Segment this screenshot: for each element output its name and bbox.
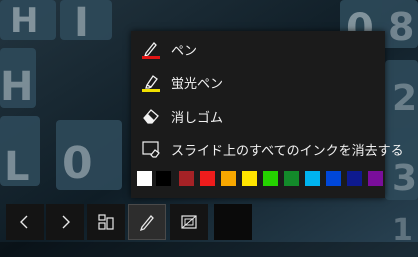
svg-text:8: 8 <box>388 5 414 49</box>
color-swatch-blue[interactable] <box>326 171 341 186</box>
color-swatch-orange[interactable] <box>221 171 236 186</box>
pen-options-menu: ペン 蛍光ペン 消しゴム スライド上のすべてのインクを消去する <box>131 31 404 198</box>
next-slide-icon <box>62 215 70 229</box>
zoom-button[interactable] <box>170 204 208 240</box>
pen-icon <box>140 38 162 60</box>
see-all-slides-button[interactable] <box>87 204 125 240</box>
svg-text:I: I <box>74 0 89 46</box>
color-swatch-yellow[interactable] <box>242 171 257 186</box>
menu-item-label: スライド上のすべてのインクを消去する <box>171 143 404 159</box>
svg-text:0: 0 <box>62 138 93 189</box>
menu-item-erase-all-ink[interactable]: スライド上のすべてのインクを消去する <box>131 136 404 162</box>
color-swatch-red[interactable] <box>200 171 215 186</box>
svg-text:H: H <box>10 1 38 41</box>
color-swatch-light-blue[interactable] <box>305 171 320 186</box>
eraser-icon <box>140 105 162 127</box>
pen-icon <box>139 215 154 232</box>
toolbar-spacer <box>214 204 252 240</box>
color-swatch-light-green[interactable] <box>263 171 278 186</box>
zoom-icon <box>181 215 197 229</box>
color-swatch-dark-blue[interactable] <box>347 171 362 186</box>
menu-item-label: 蛍光ペン <box>171 76 224 92</box>
color-swatch-dark-red[interactable] <box>179 171 194 186</box>
svg-text:H: H <box>0 64 33 110</box>
svg-text:3: 3 <box>392 158 417 199</box>
slideshow-toolbar <box>0 202 418 242</box>
menu-item-eraser[interactable]: 消しゴム <box>131 103 385 129</box>
color-swatch-white[interactable] <box>137 171 152 186</box>
color-swatch-green[interactable] <box>284 171 299 186</box>
erase-all-ink-icon <box>140 138 162 160</box>
ink-color-palette <box>137 171 383 187</box>
previous-slide-icon <box>20 215 28 229</box>
highlighter-icon <box>140 71 162 93</box>
next-slide-button[interactable] <box>46 204 84 240</box>
svg-text:2: 2 <box>392 78 417 119</box>
menu-item-label: 消しゴム <box>171 110 224 126</box>
pen-tool-button[interactable] <box>128 204 166 240</box>
see-all-slides-icon <box>98 214 114 230</box>
color-swatch-black[interactable] <box>156 171 171 186</box>
color-swatch-purple[interactable] <box>368 171 383 186</box>
svg-text:L: L <box>4 144 30 190</box>
menu-item-label: ペン <box>171 43 198 59</box>
menu-item-pen[interactable]: ペン <box>131 36 385 62</box>
previous-slide-button[interactable] <box>6 204 44 240</box>
menu-item-highlighter[interactable]: 蛍光ペン <box>131 69 385 95</box>
